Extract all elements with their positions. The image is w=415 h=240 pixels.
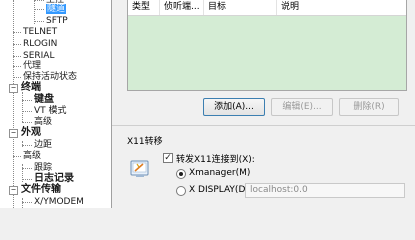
- tree-item-label: 终端: [21, 82, 41, 93]
- tree-connector: [13, 44, 21, 45]
- radio-selected-dot: [179, 172, 183, 176]
- tree-item-label: 键盘: [34, 94, 54, 105]
- tree-item-label: X/YMODEM: [34, 197, 84, 207]
- tree-item-label: TELNET: [23, 27, 58, 37]
- add-tunnel-button[interactable]: 添加(A)...: [203, 98, 265, 116]
- tree-item-label: 文件传输: [21, 184, 61, 195]
- tunnel-list-table[interactable]: 类型 侦听端... 目标 说明: [127, 0, 407, 91]
- tree-item-label: RLOGIN: [23, 39, 58, 49]
- tree-item-terminal[interactable]: 终端: [21, 82, 41, 94]
- tree-item-tunnels[interactable]: 隧道: [46, 3, 67, 15]
- tree-item-label: 代理: [23, 61, 42, 71]
- tree-connector: [34, 0, 44, 1]
- tree-connector: [22, 111, 32, 112]
- table-header: 类型 侦听端... 目标 说明: [128, 0, 406, 16]
- tree-item-label: 高级: [23, 151, 42, 161]
- tree-item-label: SFTP: [46, 16, 68, 26]
- tree-connector: [22, 198, 23, 208]
- tree-connector: [22, 122, 32, 123]
- edit-tunnel-button[interactable]: 编辑(E)...: [271, 98, 333, 116]
- tree-item-label: VT 模式: [34, 106, 67, 116]
- tree-connector: [22, 92, 23, 122]
- tree-item-label: 跟踪: [34, 163, 53, 173]
- x11-section-title: X11转移: [127, 137, 163, 147]
- column-header-description[interactable]: 说明: [277, 0, 406, 15]
- tree-item-xymodem[interactable]: X/YMODEM: [34, 196, 84, 208]
- tree-item-label: 日志记录: [34, 173, 74, 184]
- tree-item-telnet[interactable]: TELNET: [23, 26, 57, 38]
- tree-item-label: 隧道: [46, 4, 67, 14]
- column-header-target[interactable]: 目标: [204, 0, 277, 15]
- session-properties-dialog: − − − 主控 隧道 SFTP TELNET RLOGIN SERIAL 代理…: [0, 0, 415, 208]
- forward-x11-checkbox[interactable]: ✓: [163, 153, 173, 163]
- tree-item-label: 边距: [34, 140, 53, 150]
- x-display-radio-label: X DISPLAY(D):: [189, 185, 252, 195]
- xmanager-radio[interactable]: [176, 169, 186, 179]
- tree-connector: [34, 9, 44, 10]
- tree-connector: [22, 100, 32, 101]
- category-tree[interactable]: − − − 主控 隧道 SFTP TELNET RLOGIN SERIAL 代理…: [0, 0, 112, 208]
- delete-tunnel-button[interactable]: 删除(R): [339, 98, 399, 116]
- tree-connector: [22, 141, 23, 147]
- tree-item-label: 高级: [34, 117, 53, 127]
- x-display-input[interactable]: localhost:0.0: [245, 183, 405, 198]
- tree-connector: [22, 179, 32, 180]
- section-divider: [112, 125, 415, 126]
- tree-connector: [22, 168, 32, 169]
- tree-item-appearance[interactable]: 外观: [21, 127, 41, 139]
- tree-item-rlogin[interactable]: RLOGIN: [23, 38, 57, 50]
- column-header-type[interactable]: 类型: [128, 0, 160, 15]
- tree-connector: [22, 145, 32, 146]
- tree-item-label: 外观: [21, 127, 41, 138]
- xmanager-radio-label: Xmanager(M): [189, 168, 251, 178]
- tree-connector: [34, 21, 44, 22]
- x11-display-icon: [130, 159, 150, 179]
- tree-connector: [13, 66, 21, 67]
- forward-x11-label: 转发X11连接到(X):: [176, 155, 255, 165]
- tree-item-file-transfer[interactable]: 文件传输: [21, 184, 61, 196]
- tree-connector: [22, 202, 32, 203]
- x-display-radio[interactable]: [176, 186, 186, 196]
- collapse-toggle-file-transfer[interactable]: −: [9, 186, 18, 195]
- tree-connector: [13, 56, 21, 57]
- column-header-listen-port[interactable]: 侦听端...: [160, 0, 204, 15]
- tree-connector: [13, 77, 21, 78]
- tree-item-label: 保持活动状态: [23, 72, 78, 82]
- collapse-toggle-terminal[interactable]: −: [9, 84, 18, 93]
- tree-item-advanced[interactable]: 高级: [23, 150, 41, 162]
- collapse-toggle-appearance[interactable]: −: [9, 129, 18, 138]
- tree-connector: [13, 156, 21, 157]
- tree-connector: [13, 32, 21, 33]
